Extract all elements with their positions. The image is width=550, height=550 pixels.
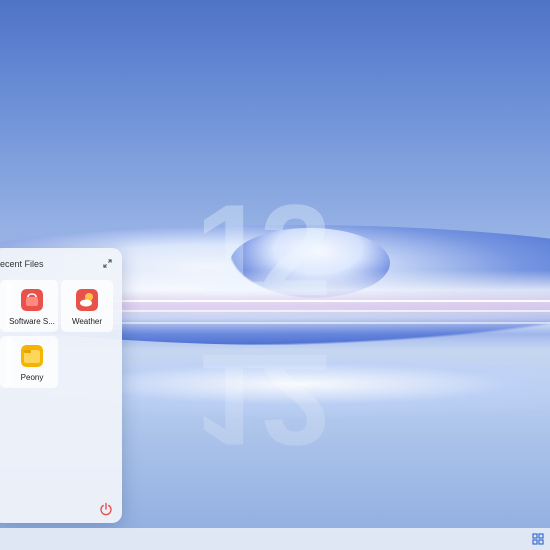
app-label: Software S...: [9, 317, 55, 326]
start-menu: ecent Files Software S... Weather Peony: [0, 248, 122, 523]
app-tile-peony[interactable]: Peony: [6, 336, 58, 388]
recent-files-title: ecent Files: [0, 259, 44, 269]
app-label: Peony: [20, 373, 44, 382]
power-icon[interactable]: [99, 502, 113, 516]
weather-icon: [76, 289, 98, 311]
shopping-bag-icon: [21, 289, 43, 311]
expand-icon[interactable]: [103, 259, 112, 268]
grid-icon[interactable]: [532, 533, 544, 545]
app-label: Weather: [71, 317, 103, 326]
taskbar: [0, 528, 550, 550]
app-tile-software-store[interactable]: Software S...: [6, 280, 58, 332]
wallpaper-version-number: 12: [195, 177, 332, 323]
folder-icon: [21, 345, 43, 367]
app-tile-weather[interactable]: Weather: [61, 280, 113, 332]
wallpaper-version-reflection: 12: [195, 345, 324, 455]
